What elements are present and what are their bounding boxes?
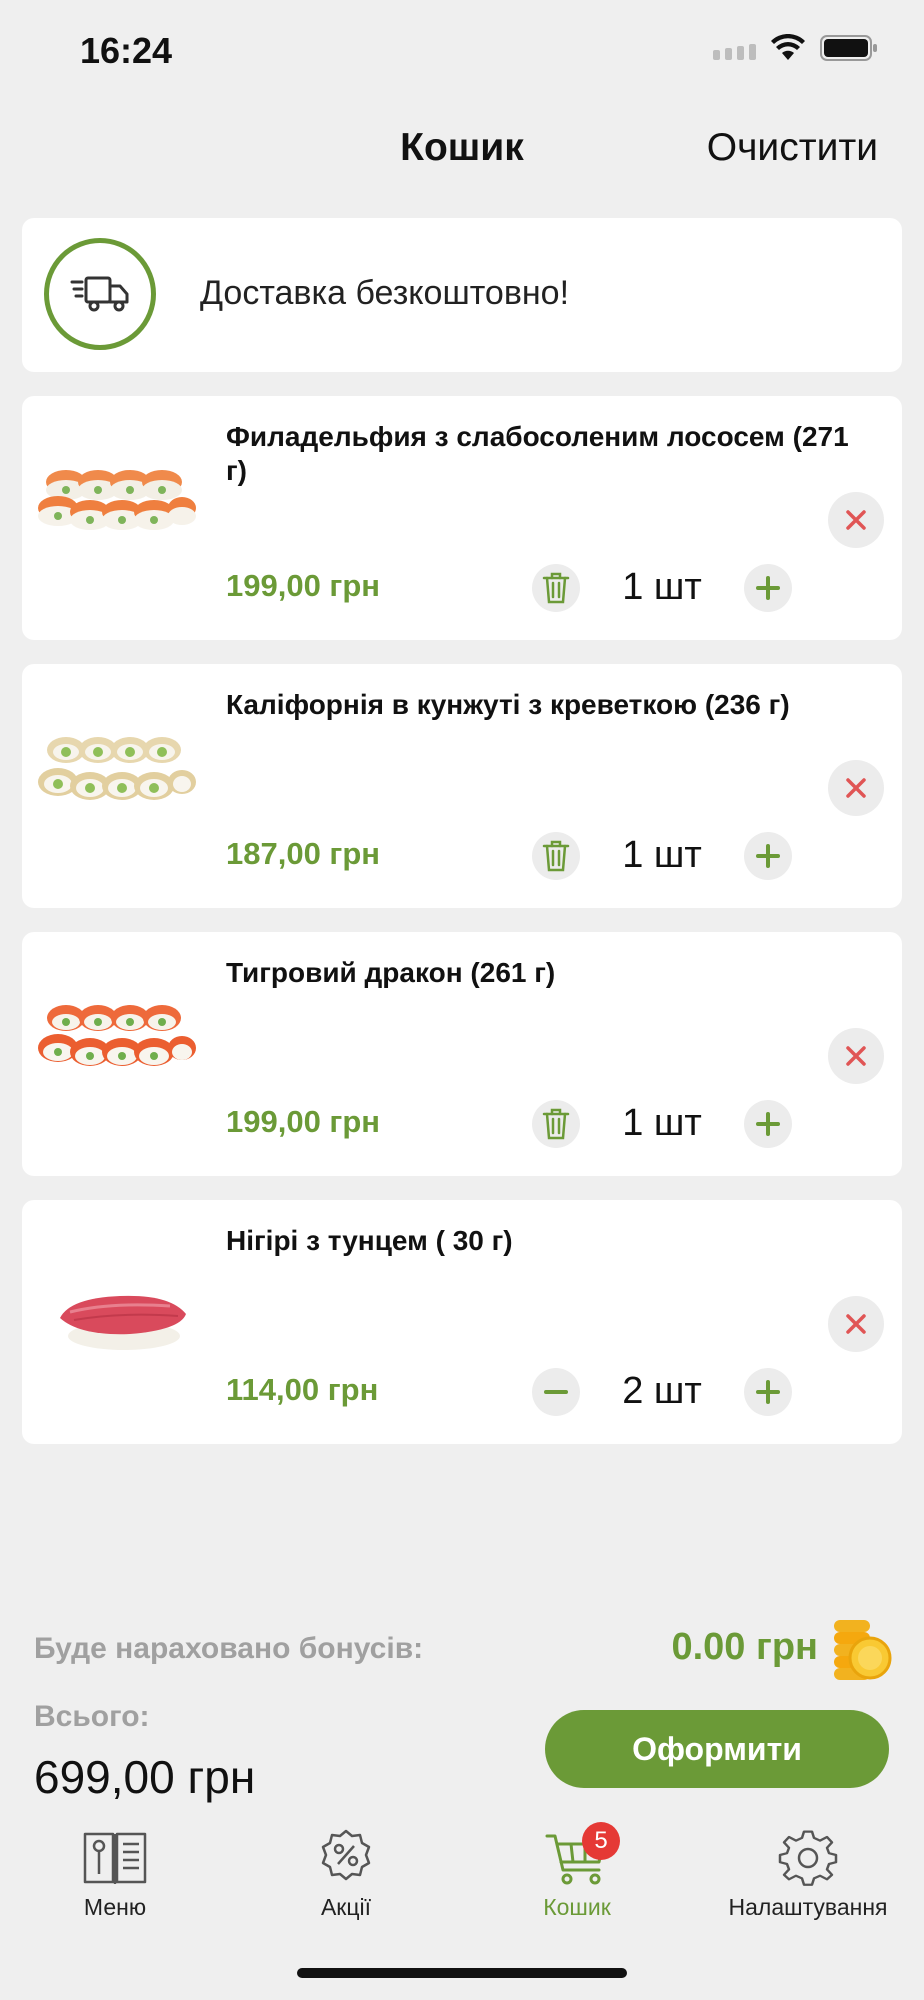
delete-item-button[interactable] <box>532 564 580 612</box>
delete-item-button[interactable] <box>532 832 580 880</box>
product-image <box>30 446 200 566</box>
coins-icon <box>830 1616 894 1682</box>
tab-label: Кошик <box>543 1894 611 1920</box>
tab-label: Меню <box>83 1894 147 1920</box>
menu-book-icon <box>79 1828 151 1888</box>
item-price: 199,00 грн <box>226 568 381 603</box>
increase-quantity-button[interactable] <box>744 564 792 612</box>
cart-item: Тигровий дракон (261 г) 199,00 грн 1 шт <box>22 932 902 1176</box>
status-time: 16:24 <box>80 30 173 71</box>
item-price: 199,00 грн <box>226 1104 381 1139</box>
decrease-quantity-button[interactable] <box>532 1368 580 1416</box>
product-image <box>30 982 200 1102</box>
plus-icon <box>756 1380 780 1404</box>
cart-item: Нігірі з тунцем ( 30 г) 114,00 грн 2 шт <box>22 1200 902 1444</box>
tab-label: Налаштування <box>728 1894 888 1920</box>
tab-promotions[interactable]: Акції <box>231 1820 461 1930</box>
remove-item-button[interactable] <box>828 1296 884 1352</box>
cart-item: Каліфорнія в кунжуті з креветкою (236 г)… <box>22 664 902 908</box>
tab-bar: Меню Акції 5 Кошик Налаштування <box>0 1820 924 1930</box>
item-name: Тигровий дракон (261 г) <box>226 957 556 988</box>
increase-quantity-button[interactable] <box>744 1368 792 1416</box>
tab-cart[interactable]: 5 Кошик <box>462 1820 692 1930</box>
product-image <box>30 714 200 834</box>
wifi-icon <box>770 34 806 62</box>
status-bar: 16:24 <box>0 0 924 100</box>
trash-icon <box>542 1108 570 1140</box>
status-icons <box>713 34 878 62</box>
trash-icon <box>542 572 570 604</box>
increase-quantity-button[interactable] <box>744 1100 792 1148</box>
delivery-truck-icon <box>44 238 156 350</box>
item-name: Филадельфия з слабосоленим лососем (271 … <box>226 421 849 486</box>
total-label: Всього: <box>34 1700 150 1733</box>
nav-header: Кошик Очистити <box>0 110 924 190</box>
item-quantity: 1 шт <box>622 834 702 876</box>
close-icon <box>846 1046 866 1066</box>
delivery-text: Доставка безкоштовно! <box>200 274 570 312</box>
cellular-signal-icon <box>713 36 756 60</box>
plus-icon <box>756 1112 780 1136</box>
cart-count-badge: 5 <box>582 1822 620 1860</box>
remove-item-button[interactable] <box>828 492 884 548</box>
remove-item-button[interactable] <box>828 1028 884 1084</box>
cart-item: Филадельфия з слабосоленим лососем (271 … <box>22 396 902 640</box>
home-indicator <box>297 1968 627 1978</box>
battery-icon <box>820 34 878 62</box>
plus-icon <box>756 576 780 600</box>
delete-item-button[interactable] <box>532 1100 580 1148</box>
item-name: Каліфорнія в кунжуті з креветкою (236 г) <box>226 689 790 720</box>
remove-item-button[interactable] <box>828 760 884 816</box>
item-name: Нігірі з тунцем ( 30 г) <box>226 1225 513 1256</box>
discount-icon <box>310 1828 382 1888</box>
close-icon <box>846 1314 866 1334</box>
tab-menu[interactable]: Меню <box>0 1820 230 1930</box>
clear-cart-button[interactable]: Очистити <box>707 126 878 170</box>
close-icon <box>846 778 866 798</box>
product-image <box>30 1250 200 1370</box>
close-icon <box>846 510 866 530</box>
increase-quantity-button[interactable] <box>744 832 792 880</box>
trash-icon <box>542 840 570 872</box>
checkout-button[interactable]: Оформити <box>545 1710 889 1788</box>
delivery-banner: Доставка безкоштовно! <box>22 218 902 372</box>
bonus-label: Буде нараховано бонусів: <box>34 1632 424 1665</box>
item-quantity: 2 шт <box>622 1370 702 1412</box>
item-quantity: 1 шт <box>622 566 702 608</box>
tab-settings[interactable]: Налаштування <box>693 1820 923 1930</box>
item-price: 114,00 грн <box>226 1372 379 1407</box>
minus-icon <box>544 1390 568 1394</box>
total-value: 699,00 грн <box>34 1751 256 1803</box>
item-quantity: 1 шт <box>622 1102 702 1144</box>
item-price: 187,00 грн <box>226 836 381 871</box>
gear-icon <box>772 1828 844 1888</box>
plus-icon <box>756 844 780 868</box>
tab-label: Акції <box>320 1894 372 1920</box>
bonus-value: 0.00 грн <box>671 1626 818 1668</box>
